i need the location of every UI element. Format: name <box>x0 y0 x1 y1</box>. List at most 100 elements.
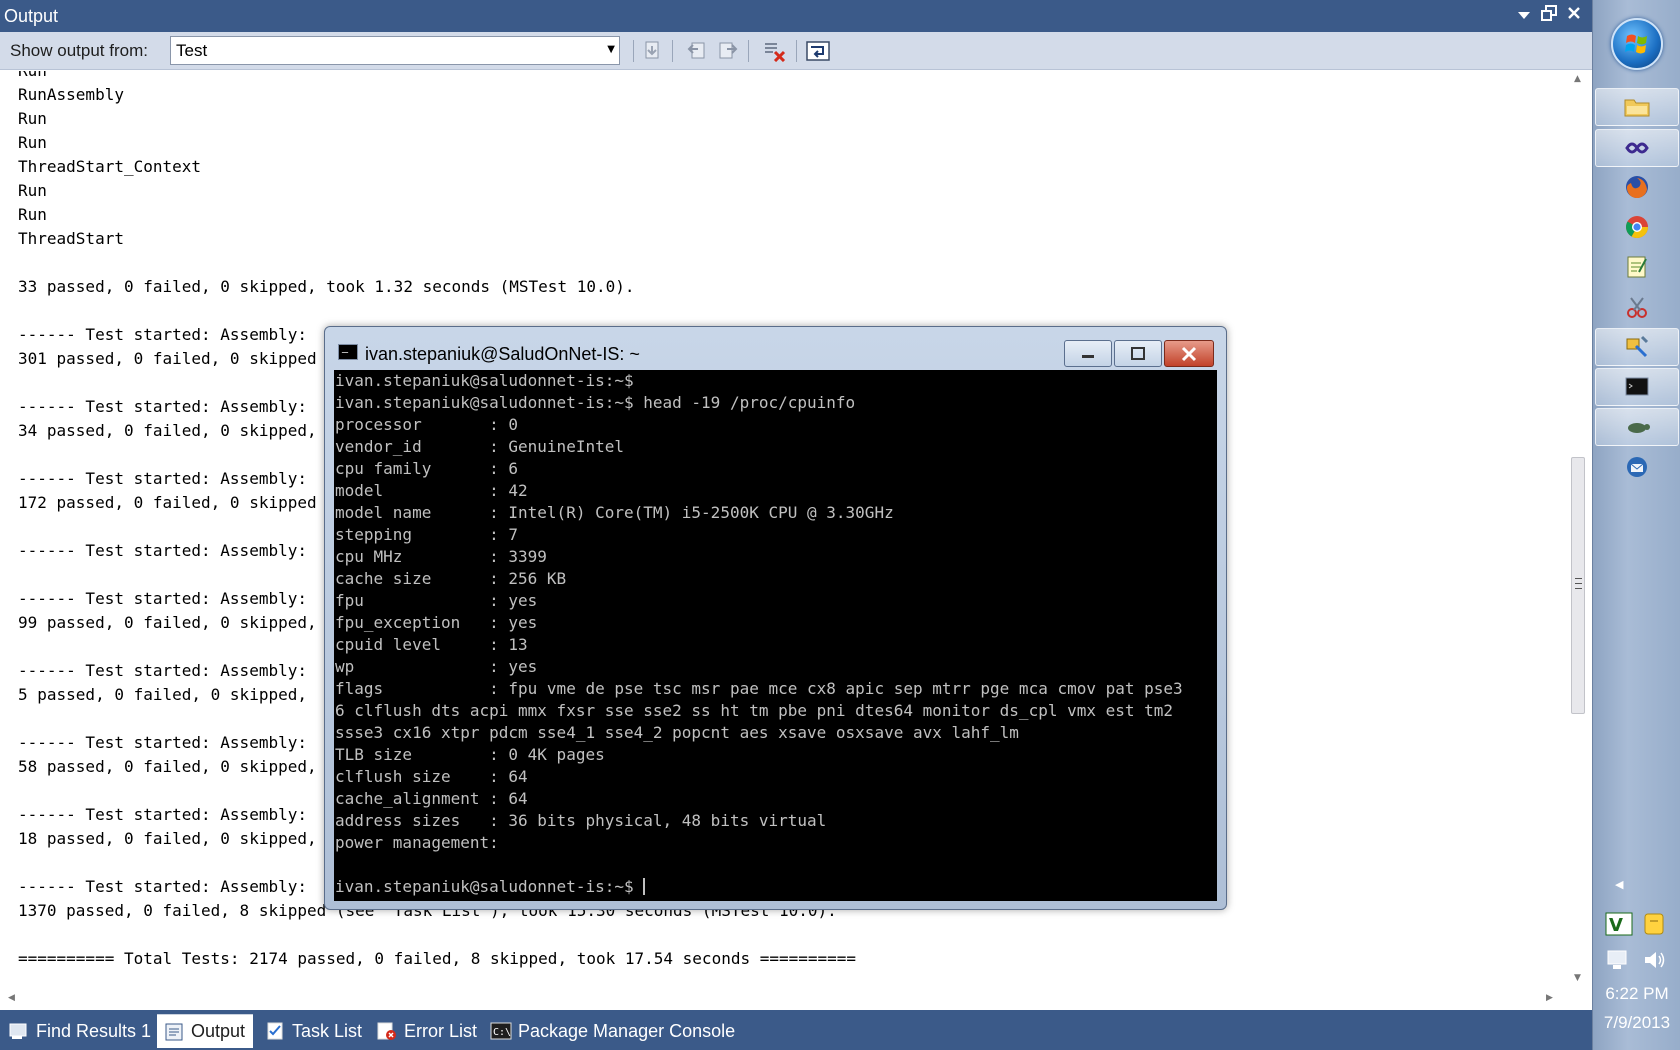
close-button[interactable] <box>1164 340 1214 367</box>
network-icon[interactable] <box>1605 948 1633 972</box>
clock-time[interactable]: 6:22 PM <box>1593 984 1680 1004</box>
taskbar-visual-studio[interactable] <box>1595 129 1679 167</box>
tab-package-manager-console[interactable]: C:\ Package Manager Console <box>484 1014 743 1048</box>
terminal-line: TLB size : 0 4K pages <box>335 745 605 764</box>
scroll-up-icon[interactable]: ▲ <box>1574 74 1581 84</box>
clock-date[interactable]: 7/9/2013 <box>1593 1013 1680 1033</box>
toolbar-separator <box>748 40 749 62</box>
terminal-line: 6 clflush dts acpi mmx fxsr sse sse2 ss … <box>335 701 1174 720</box>
output-title-bar: Output <box>0 0 1592 32</box>
tray-vim-icon[interactable]: V <box>1605 912 1633 936</box>
output-source-select[interactable]: Test ▼ <box>170 36 620 65</box>
visual-studio-icon <box>1625 142 1649 154</box>
tray-notes-icon[interactable] <box>1641 912 1669 936</box>
output-line: Run <box>18 181 47 200</box>
output-source-value: Test <box>176 41 208 60</box>
tab-label: Find Results 1 <box>36 1020 152 1041</box>
windows-taskbar: ◀ V 6:22 PM 7/9/2013 <box>1592 0 1680 1050</box>
word-wrap-icon[interactable] <box>806 39 830 63</box>
vertical-scrollbar[interactable]: ▲ ▼ <box>1565 71 1592 988</box>
terminal-line: cache size : 256 KB <box>335 569 567 588</box>
find-message-icon[interactable] <box>640 39 664 63</box>
text-cursor <box>643 878 646 895</box>
taskbar-firefox[interactable] <box>1595 168 1679 206</box>
terminal-window[interactable]: ivan.stepaniuk@SaludOnNet-IS: ~ ivan.ste… <box>324 326 1227 910</box>
close-icon[interactable] <box>1564 5 1584 25</box>
terminal-line: cpuid level : 13 <box>335 635 528 654</box>
clear-all-icon[interactable] <box>763 39 787 63</box>
start-button[interactable] <box>1611 18 1663 70</box>
toolbar-separator <box>796 40 797 62</box>
close-icon <box>1181 346 1197 361</box>
scroll-right-icon[interactable]: ▶ <box>1546 993 1553 1003</box>
terminal-line: ivan.stepaniuk@saludonnet-is:~$ head -19… <box>335 393 856 412</box>
output-title: Output <box>4 6 59 26</box>
tab-label: Package Manager Console <box>518 1020 736 1041</box>
svg-text:C:\: C:\ <box>493 1027 511 1038</box>
toolbar-separator <box>633 40 634 62</box>
taskbar-explorer[interactable] <box>1595 88 1679 126</box>
taskbar-snipping-tool[interactable] <box>1595 288 1679 326</box>
thunderbird-icon <box>1627 457 1647 477</box>
turtle-icon <box>1628 423 1650 433</box>
minimize-button[interactable] <box>1064 340 1112 367</box>
grip-icon <box>1575 578 1582 589</box>
toolbar-separator <box>672 40 673 62</box>
output-icon <box>163 1022 185 1042</box>
console-icon: C:\ <box>490 1021 512 1041</box>
taskbar-notepad[interactable] <box>1595 248 1679 286</box>
maximize-icon[interactable] <box>1539 5 1559 25</box>
scissors-icon <box>1627 297 1647 318</box>
error-list-icon <box>376 1021 398 1041</box>
svg-text:V: V <box>1609 915 1623 936</box>
tab-find-results-1[interactable]: Find Results 1 <box>2 1014 159 1048</box>
output-line: ThreadStart <box>18 229 124 248</box>
tab-label: Task List <box>292 1020 363 1041</box>
terminal-line: processor : 0 <box>335 415 519 434</box>
taskbar-app-green[interactable] <box>1595 408 1679 446</box>
next-message-icon[interactable] <box>716 39 740 63</box>
tab-label: Error List <box>404 1020 478 1041</box>
maximize-button[interactable] <box>1114 340 1162 367</box>
notepad-icon <box>1627 256 1647 278</box>
output-line: Run <box>18 133 47 152</box>
chevron-down-icon[interactable]: ▼ <box>607 44 615 55</box>
terminal-line: stepping : 7 <box>335 525 519 544</box>
firefox-icon <box>1626 176 1648 199</box>
tab-error-list[interactable]: Error List <box>370 1014 485 1048</box>
terminal-line: power management: <box>335 833 499 852</box>
horizontal-scrollbar[interactable]: ◀ ▶ <box>0 988 1565 1010</box>
terminal-line: ivan.stepaniuk@saludonnet-is:~$ <box>335 371 634 390</box>
show-hidden-icons-icon[interactable]: ◀ <box>1615 878 1623 891</box>
window-position-dropdown-icon[interactable] <box>1514 5 1534 25</box>
terminal-line: fpu : yes <box>335 591 538 610</box>
terminal-console[interactable]: ivan.stepaniuk@saludonnet-is:~$ ivan.step… <box>334 370 1217 901</box>
terminal-title: ivan.stepaniuk@SaludOnNet-IS: ~ <box>365 344 640 364</box>
terminal-icon <box>1625 377 1649 396</box>
taskbar-terminal[interactable] <box>1595 368 1679 406</box>
scrollbar-thumb[interactable] <box>1571 457 1585 714</box>
previous-message-icon[interactable] <box>685 39 709 63</box>
minimize-icon <box>1082 354 1094 358</box>
chrome-icon <box>1626 216 1648 238</box>
output-line: Run <box>18 71 856 83</box>
terminal-output: ivan.stepaniuk@saludonnet-is:~$ ivan.step… <box>335 370 1183 876</box>
volume-icon[interactable] <box>1641 948 1669 972</box>
taskbar-thunderbird[interactable] <box>1595 448 1679 486</box>
terminal-line: cache_alignment : 64 <box>335 789 528 808</box>
scroll-down-icon[interactable]: ▼ <box>1574 973 1581 983</box>
taskbar-tools-app[interactable] <box>1595 328 1679 366</box>
output-line: Run <box>18 109 47 128</box>
tab-task-list[interactable]: Task List <box>258 1014 370 1048</box>
output-toolbar: Show output from: Test ▼ <box>0 32 1592 70</box>
scroll-left-icon[interactable]: ◀ <box>8 993 15 1003</box>
terminal-line: fpu_exception : yes <box>335 613 538 632</box>
show-output-label: Show output from: <box>10 41 148 60</box>
terminal-line: model : 42 <box>335 481 528 500</box>
output-line: Run <box>18 205 47 224</box>
taskbar-chrome[interactable] <box>1595 208 1679 246</box>
output-line: 33 passed, 0 failed, 0 skipped, took 1.3… <box>18 277 635 296</box>
terminal-line: cpu MHz : 3399 <box>335 547 547 566</box>
tab-output[interactable]: Output <box>157 1014 254 1048</box>
